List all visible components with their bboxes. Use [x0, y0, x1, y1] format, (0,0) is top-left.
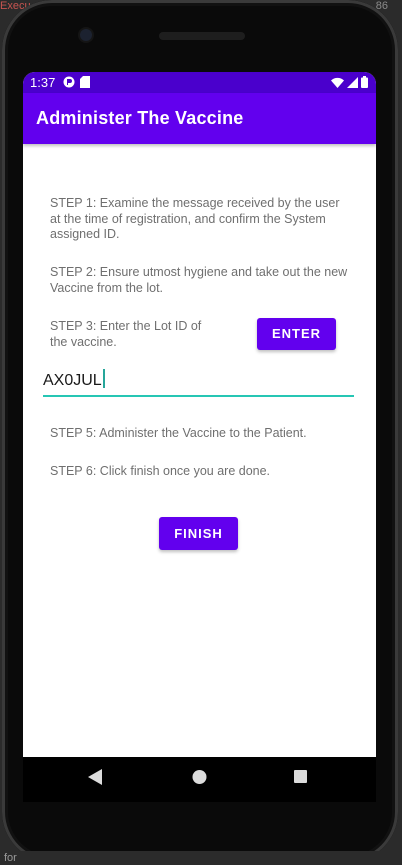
signal-icon: [347, 76, 358, 91]
step-1-text: STEP 1: Examine the message received by …: [50, 196, 340, 241]
lot-id-value: AX0JUL: [43, 372, 102, 389]
lot-id-input[interactable]: AX0JUL: [43, 369, 354, 397]
system-nav-bar: [23, 757, 376, 802]
front-camera: [80, 29, 92, 41]
recents-icon[interactable]: [294, 770, 307, 788]
wifi-icon: [331, 76, 344, 91]
notification-icon: [63, 76, 75, 91]
sd-card-icon: [80, 76, 90, 91]
app-bar: Administer The Vaccine: [23, 93, 376, 144]
ide-bottom-strip: for: [0, 851, 402, 865]
step-5-text: STEP 5: Administer the Vaccine to the Pa…: [50, 426, 307, 440]
step-2-text: STEP 2: Ensure utmost hygiene and take o…: [50, 265, 348, 295]
step-3-text: STEP 3: Enter the Lot ID of the vaccine.: [50, 319, 202, 349]
status-time: 1:37: [30, 75, 56, 90]
status-left-icons: [63, 76, 90, 91]
back-icon[interactable]: [88, 769, 102, 790]
finish-button[interactable]: FINISH: [159, 517, 238, 550]
app-screen: 1:37 Administer The Vaccine STEP 1: Exam…: [23, 72, 376, 757]
battery-icon: [361, 76, 368, 91]
text-cursor: [102, 369, 105, 388]
step-6-text: STEP 6: Click finish once you are done.: [50, 464, 271, 478]
earpiece-speaker: [159, 32, 245, 40]
ide-bottom-text: for: [4, 852, 17, 864]
enter-button[interactable]: ENTER: [257, 318, 336, 350]
status-right-icons: [331, 76, 368, 91]
home-icon[interactable]: [192, 769, 207, 790]
app-title: Administer The Vaccine: [36, 108, 244, 128]
status-bar: 1:37: [23, 72, 376, 93]
